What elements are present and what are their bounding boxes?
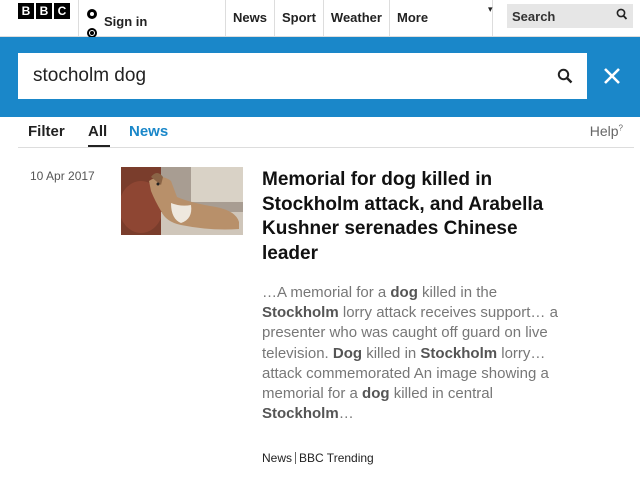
- search-submit-icon[interactable]: [557, 68, 573, 84]
- snippet-keyword: Dog: [332, 344, 363, 362]
- snippet-keyword: Stockholm: [420, 344, 498, 362]
- result-thumbnail[interactable]: [121, 167, 243, 235]
- snippet-text: killed in the: [417, 284, 498, 301]
- snippet-text: …A memorial for a: [262, 284, 391, 301]
- more-caret-icon: ▾: [488, 4, 493, 14]
- search-input[interactable]: stocholm dog: [18, 53, 587, 99]
- top-navigation-bar: B B C Sign in News Sport Weather More ▾ …: [0, 0, 640, 38]
- snippet-text: …: [338, 405, 354, 423]
- meta-separator: [295, 452, 297, 464]
- nav-news[interactable]: News: [226, 0, 274, 37]
- snippet-keyword: Stockholm: [262, 405, 339, 423]
- filter-label: Filter: [28, 123, 65, 140]
- filter-bar: Filter All News Help?: [0, 117, 640, 147]
- result-meta: News BBC Trending: [262, 451, 374, 465]
- divider: [18, 147, 634, 148]
- dog-photo-image: [121, 167, 243, 235]
- result-headline-link[interactable]: Memorial for dog killed in Stockholm att…: [262, 168, 562, 266]
- search-query-text[interactable]: stocholm dog: [33, 65, 146, 87]
- result-subsection-link[interactable]: BBC Trending: [299, 451, 374, 465]
- nav-sport[interactable]: Sport: [273, 0, 323, 37]
- header-search-label: Search: [512, 8, 556, 24]
- search-band: stocholm dog: [0, 37, 640, 117]
- help-link[interactable]: Help?: [590, 123, 623, 139]
- snippet-text: killed in: [362, 344, 421, 362]
- result-section-link[interactable]: News: [262, 451, 292, 465]
- search-icon[interactable]: [616, 8, 628, 22]
- result-date: 10 Apr 2017: [30, 169, 95, 183]
- logo-letter-b1: B: [18, 3, 34, 19]
- tab-all[interactable]: All: [88, 123, 107, 140]
- sign-in-link[interactable]: Sign in: [86, 2, 147, 29]
- main-nav: News Sport Weather More: [226, 0, 493, 37]
- header-search-box[interactable]: Search: [507, 4, 633, 28]
- snippet-text: killed in central: [389, 385, 493, 403]
- result-snippet: …A memorial for a dog killed in the Stoc…: [262, 283, 562, 424]
- divider: [78, 0, 79, 37]
- snippet-keyword: Stockholm: [262, 304, 339, 322]
- help-question-icon: ?: [618, 123, 623, 133]
- tab-news[interactable]: News: [129, 123, 168, 140]
- nav-weather[interactable]: Weather: [322, 0, 389, 37]
- snippet-keyword: dog: [362, 385, 390, 403]
- bbc-logo[interactable]: B B C: [18, 3, 70, 19]
- user-icon: [86, 8, 98, 23]
- logo-letter-b2: B: [36, 3, 52, 19]
- close-icon[interactable]: [597, 61, 627, 91]
- nav-more[interactable]: More: [388, 0, 493, 37]
- help-label: Help: [589, 123, 619, 139]
- logo-letter-c: C: [54, 3, 70, 19]
- sign-in-label: Sign in: [104, 14, 148, 29]
- snippet-keyword: dog: [390, 284, 418, 301]
